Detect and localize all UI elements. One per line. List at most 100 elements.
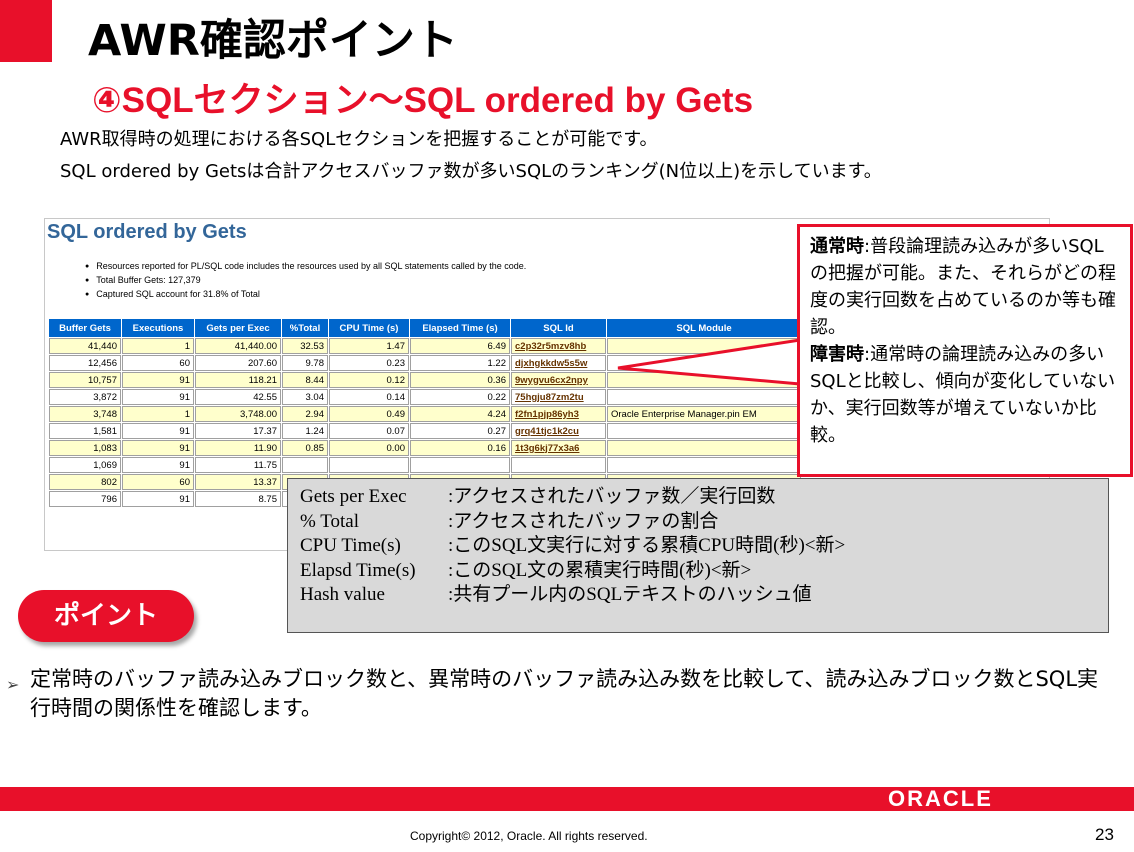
table-cell	[410, 457, 510, 473]
table-cell	[607, 457, 801, 473]
definition-row: % Total :アクセスされたバッファの割合	[300, 510, 1096, 535]
bullet-arrow-icon: ➢	[6, 675, 20, 694]
table-cell: 1.47	[329, 338, 409, 354]
report-title: SQL ordered by Gets	[47, 221, 247, 243]
definition-desc: :このSQL文の累積実行時間(秒)<新>	[448, 559, 752, 581]
table-cell: 41,440.00	[195, 338, 281, 354]
sql-id-link[interactable]: grq41tjc1k2cu	[511, 423, 606, 439]
table-cell: 8.44	[282, 372, 328, 388]
point-badge: ポイント	[18, 590, 194, 642]
table-cell: 17.37	[195, 423, 281, 439]
table-cell: 0.27	[410, 423, 510, 439]
definition-term: Gets per Exec	[300, 486, 407, 507]
col-sql-id: SQL Id	[511, 319, 606, 337]
table-cell: 0.36	[410, 372, 510, 388]
table-cell: 1	[122, 338, 194, 354]
table-cell: 42.55	[195, 389, 281, 405]
table-cell: 91	[122, 491, 194, 507]
table-cell: 0.12	[329, 372, 409, 388]
table-cell: 0.85	[282, 440, 328, 456]
definition-row: Gets per Exec :アクセスされたバッファ数／実行回数	[300, 485, 1096, 510]
sql-id-link[interactable]: f2fn1pjp86yh3	[511, 406, 606, 422]
definition-desc: :このSQL文実行に対する累積CPU時間(秒)<新>	[448, 535, 846, 556]
table-cell: 3.04	[282, 389, 328, 405]
table-cell: 3,872	[49, 389, 121, 405]
table-row: 1,083 91 11.90 0.85 0.00 0.16 1t3g6kj77x3a6	[49, 440, 801, 456]
col-buffer-gets: Buffer Gets	[49, 319, 121, 337]
table-cell	[329, 457, 409, 473]
col-sql-module: SQL Module	[607, 319, 801, 337]
table-cell: 2.94	[282, 406, 328, 422]
definition-term: % Total	[300, 510, 360, 532]
definition-desc: :アクセスされたバッファ数／実行回数	[448, 486, 776, 507]
table-cell: 0.14	[329, 389, 409, 405]
table-cell: 9.78	[282, 355, 328, 371]
sql-id-link[interactable]	[511, 457, 606, 473]
oracle-logo: ORACLE	[888, 786, 993, 811]
col-gets-per-exec: Gets per Exec	[195, 319, 281, 337]
copyright: Copyright© 2012, Oracle. All rights rese…	[410, 829, 648, 843]
table-cell: 41,440	[49, 338, 121, 354]
table-cell: 0.16	[410, 440, 510, 456]
callout-normal-vs-fault: 通常時:普段論理読み込みが多いSQLの把握が可能。また、それらがどの程度の実行回…	[797, 224, 1133, 477]
table-cell: 0.00	[329, 440, 409, 456]
table-cell: 91	[122, 457, 194, 473]
report-bullets: Resources reported for PL/SQL code inclu…	[85, 259, 526, 301]
definition-row: Elapsd Time(s) :このSQL文の累積実行時間(秒)<新>	[300, 559, 1096, 584]
table-cell: 11.75	[195, 457, 281, 473]
sql-id-link[interactable]: 75hgju87zm2tu	[511, 389, 606, 405]
table-cell: 91	[122, 423, 194, 439]
report-bullet: Resources reported for PL/SQL code inclu…	[85, 259, 526, 273]
table-cell: 91	[122, 440, 194, 456]
table-cell: 11.90	[195, 440, 281, 456]
definition-row: Hash value :共有プール内のSQLテキストのハッシュ値	[300, 583, 1096, 608]
definition-term: Elapsd Time(s)	[300, 559, 416, 581]
slide-title: AWR確認ポイント	[88, 16, 458, 66]
table-cell: 1,083	[49, 440, 121, 456]
col-pct-total: %Total	[282, 319, 328, 337]
intro-line-1: AWR取得時の処理における各SQLセクションを把握することが可能です。	[60, 129, 658, 150]
table-cell: 3,748	[49, 406, 121, 422]
sql-id-link[interactable]: 1t3g6kj77x3a6	[511, 440, 606, 456]
table-cell: 0.49	[329, 406, 409, 422]
col-cpu-time: CPU Time (s)	[329, 319, 409, 337]
table-cell: 802	[49, 474, 121, 490]
definition-row: CPU Time(s) :このSQL文実行に対する累積CPU時間(秒)<新>	[300, 534, 1096, 559]
table-cell: 10,757	[49, 372, 121, 388]
report-bullet: Total Buffer Gets: 127,379	[85, 273, 526, 287]
intro-line-2: SQL ordered by Getsは合計アクセスバッファ数が多いSQLのラン…	[60, 161, 882, 182]
table-cell: 1.22	[410, 355, 510, 371]
table-header-row: Buffer Gets Executions Gets per Exec %To…	[49, 319, 801, 337]
sql-id-link[interactable]: c2p32r5mzv8hb	[511, 338, 606, 354]
fault-label: 障害時	[810, 344, 864, 365]
table-cell: 60	[122, 474, 194, 490]
sql-id-link[interactable]: 9wygvu6cx2npy	[511, 372, 606, 388]
table-row: 3,748 1 3,748.00 2.94 0.49 4.24 f2fn1pjp86yh3 O…	[49, 406, 801, 422]
table-cell: 3,748.00	[195, 406, 281, 422]
definition-desc: :共有プール内のSQLテキストのハッシュ値	[448, 584, 812, 605]
table-cell: 0.07	[329, 423, 409, 439]
table-cell	[607, 440, 801, 456]
table-cell: 796	[49, 491, 121, 507]
definition-desc: :アクセスされたバッファの割合	[448, 510, 719, 532]
table-cell: Oracle Enterprise Manager.pin EM	[607, 406, 801, 422]
table-cell: 118.21	[195, 372, 281, 388]
table-cell: 0.22	[410, 389, 510, 405]
page-number: 23	[1095, 825, 1114, 844]
table-cell	[607, 423, 801, 439]
slide-subtitle: ④SQLセクション～SQL ordered by Gets	[92, 81, 754, 120]
col-executions: Executions	[122, 319, 194, 337]
summary-point: ➢ 定常時のバッファ読み込みブロック数と、異常時のバッファ読み込み数を比較して、…	[6, 665, 1116, 723]
table-cell: 0.23	[329, 355, 409, 371]
table-cell: 207.60	[195, 355, 281, 371]
definition-term: CPU Time(s)	[300, 535, 401, 556]
table-cell: 1.24	[282, 423, 328, 439]
sql-id-link[interactable]: djxhgkkdw5s5w	[511, 355, 606, 371]
table-row: 1,581 91 17.37 1.24 0.07 0.27 grq41tjc1k2cu	[49, 423, 801, 439]
definition-term: Hash value	[300, 584, 385, 605]
column-definitions-box: Gets per Exec :アクセスされたバッファ数／実行回数 % Total:…	[287, 478, 1109, 633]
table-cell: 91	[122, 389, 194, 405]
table-cell: 91	[122, 372, 194, 388]
callout-pointer	[617, 338, 802, 386]
table-cell: 60	[122, 355, 194, 371]
